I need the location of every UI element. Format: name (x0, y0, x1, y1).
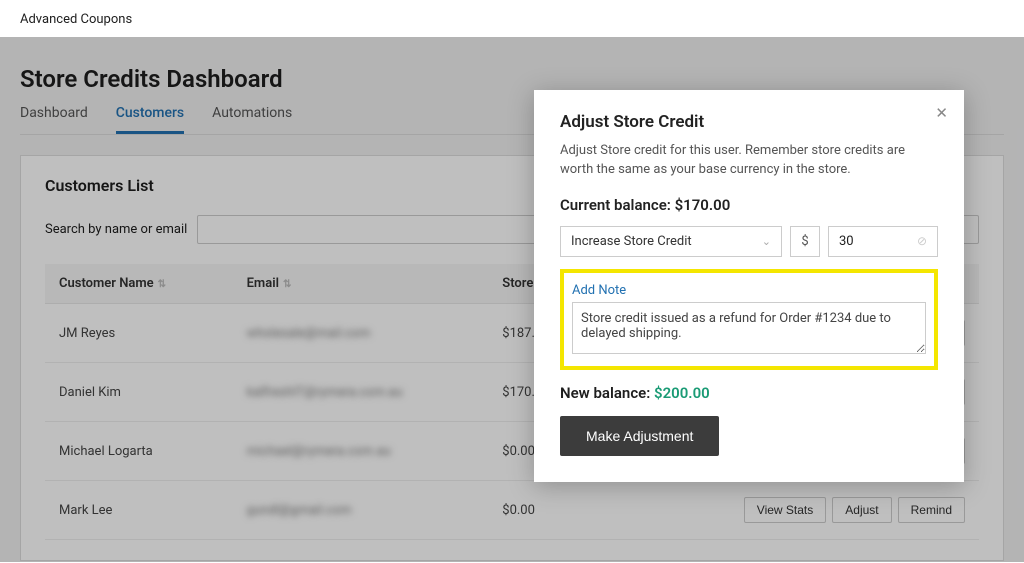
app-name: Advanced Coupons (20, 12, 132, 27)
modal-description: Adjust Store credit for this user. Remem… (560, 142, 938, 180)
add-note-link[interactable]: Add Note (572, 283, 626, 298)
main-area: Store Credits Dashboard Dashboard Custom… (0, 37, 1024, 562)
make-adjustment-button[interactable]: Make Adjustment (560, 416, 719, 456)
app-header: Advanced Coupons (0, 0, 1024, 37)
clear-icon[interactable]: ⊘ (917, 234, 927, 248)
action-select[interactable]: Increase Store Credit ⌄ (560, 226, 782, 257)
modal-title: Adjust Store Credit (560, 112, 938, 132)
new-balance: New balance: $200.00 (560, 384, 938, 402)
current-balance: Current balance: $170.00 (560, 196, 938, 214)
chevron-down-icon: ⌄ (762, 235, 771, 248)
adjust-controls: Increase Store Credit ⌄ $ 30 ⊘ (560, 226, 938, 257)
note-highlight: Add Note (560, 269, 938, 370)
close-icon[interactable]: ✕ (935, 104, 948, 122)
adjust-credit-modal: ✕ Adjust Store Credit Adjust Store credi… (534, 90, 964, 482)
amount-input[interactable]: 30 ⊘ (828, 226, 938, 257)
note-textarea[interactable] (572, 302, 926, 354)
currency-symbol: $ (790, 226, 820, 257)
